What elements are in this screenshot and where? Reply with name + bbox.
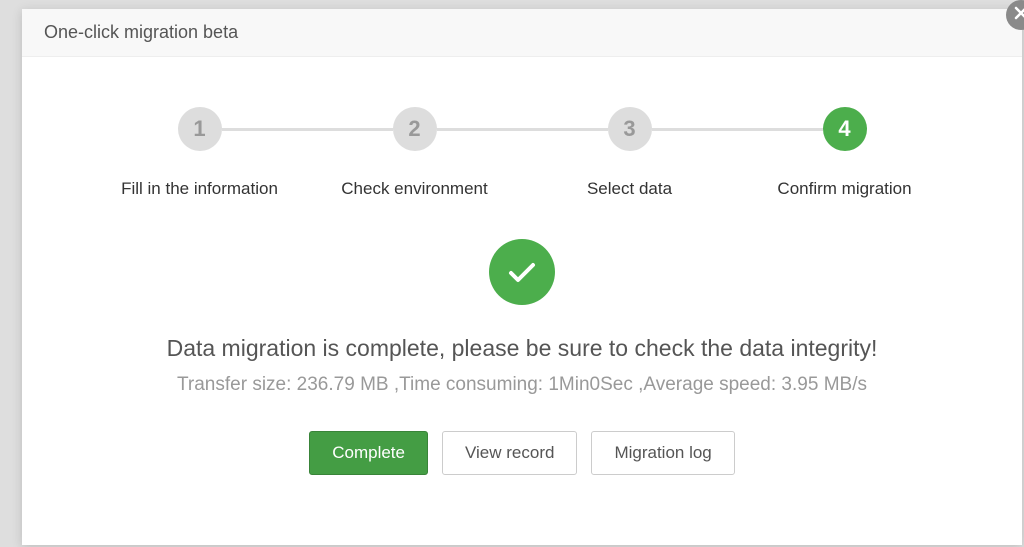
complete-button[interactable]: Complete [309, 431, 428, 475]
step-label: Fill in the information [121, 179, 278, 199]
step-label: Confirm migration [777, 179, 911, 199]
result-section: Data migration is complete, please be su… [62, 239, 982, 475]
stepper: 1 Fill in the information 2 Check enviro… [92, 107, 952, 199]
modal-body: 1 Fill in the information 2 Check enviro… [22, 57, 1022, 495]
step-confirm-migration: 4 Confirm migration [737, 107, 952, 199]
migration-log-button[interactable]: Migration log [591, 431, 734, 475]
step-fill-information: 1 Fill in the information [92, 107, 307, 199]
step-number: 1 [178, 107, 222, 151]
close-icon [1013, 5, 1024, 26]
step-label: Select data [587, 179, 672, 199]
step-number: 2 [393, 107, 437, 151]
success-icon [489, 239, 555, 305]
modal-header: One-click migration beta [22, 9, 1022, 57]
step-label: Check environment [341, 179, 487, 199]
step-check-environment: 2 Check environment [307, 107, 522, 199]
step-number: 3 [608, 107, 652, 151]
result-title: Data migration is complete, please be su… [62, 335, 982, 362]
result-detail: Transfer size: 236.79 MB ,Time consuming… [62, 374, 982, 396]
view-record-button[interactable]: View record [442, 431, 577, 475]
step-number: 4 [823, 107, 867, 151]
migration-modal: One-click migration beta 1 Fill in the i… [22, 9, 1022, 545]
button-row: Complete View record Migration log [62, 431, 982, 475]
modal-title: One-click migration beta [44, 22, 238, 43]
step-select-data: 3 Select data [522, 107, 737, 199]
